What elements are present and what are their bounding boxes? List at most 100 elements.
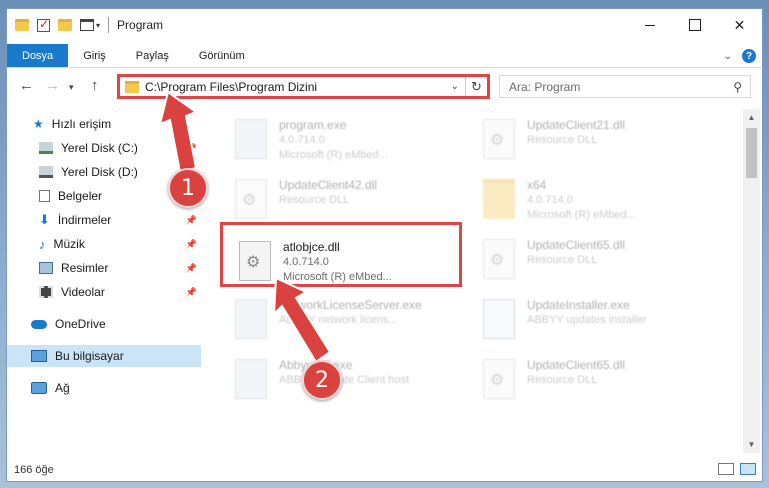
sidebar-item-indirmeler[interactable]: ⬇ İndirmeler 📌 (7, 209, 201, 231)
file-name: program.exe (279, 118, 347, 132)
ribbon-tabs: Dosya Giriş Paylaş Görünüm ⌄ ? (7, 44, 762, 68)
file-tile[interactable]: UpdateClient65.dll Resource DLL (475, 353, 715, 409)
sidebar-item-label: Yerel Disk (D:) (61, 165, 138, 179)
up-arrow-icon[interactable]: ↑ (91, 77, 99, 94)
drive-icon (39, 142, 53, 154)
picture-icon (39, 262, 53, 274)
file-name: UpdateInstaller.exe (527, 298, 630, 312)
sidebar-item-disk-c[interactable]: Yerel Disk (C:) 📌 (7, 137, 201, 159)
pin-icon[interactable]: 📌 (186, 287, 197, 298)
window-title: Program (117, 18, 164, 32)
file-tile[interactable]: NetworkLicenseServer.exe ABBYY network l… (227, 293, 467, 349)
file-name: x64 (527, 178, 547, 192)
scroll-down-icon[interactable]: ▼ (743, 436, 760, 453)
pin-icon[interactable]: 📌 (186, 143, 197, 154)
address-bar[interactable]: C:\Program Files\Program Dizini ⌄ ↻ (117, 74, 490, 99)
file-description: ABBYY updates installer (527, 314, 647, 326)
tiles-view-icon[interactable] (740, 463, 756, 475)
close-button[interactable]: ✕ (717, 9, 762, 41)
status-bar: 166 öğe (7, 459, 762, 481)
divider (108, 17, 110, 33)
folder-icon (483, 179, 515, 219)
ribbon-right: ⌄ ? (724, 44, 756, 68)
file-highlight-box (220, 222, 462, 287)
navigation-pane: ★ Hızlı erişim Yerel Disk (C:) 📌 Yerel D… (7, 109, 203, 449)
sidebar-item-label: Müzik (53, 237, 85, 251)
sidebar-item-muzik[interactable]: ♪ Müzik 📌 (7, 233, 201, 255)
sidebar-item-label: Yerel Disk (C:) (61, 141, 138, 155)
sidebar-item-label: İndirmeler (57, 213, 112, 227)
file-tile[interactable]: x64 4.0.714.0 Microsoft (R) eMbed... (475, 173, 715, 229)
sidebar-item-network[interactable]: Ağ (7, 377, 201, 399)
expand-ribbon-icon[interactable]: ⌄ (724, 51, 732, 62)
details-view-icon[interactable] (718, 463, 734, 475)
minimize-button[interactable] (627, 9, 672, 41)
file-description: ABBYY Update Client host (279, 374, 410, 386)
scroll-thumb[interactable] (746, 128, 757, 178)
search-placeholder: Ara: Program (509, 79, 581, 94)
exe-icon (235, 299, 267, 339)
chevron-down-icon[interactable]: ▾ (96, 21, 100, 30)
file-name: UpdateClient65.dll (527, 358, 626, 372)
file-tile[interactable]: UpdateClient21.dll Resource DLL (475, 113, 715, 169)
network-icon (31, 382, 47, 394)
sidebar-item-label: Resimler (61, 261, 109, 275)
tab-paylas[interactable]: Paylaş (121, 44, 184, 67)
search-icon: ⚲ (733, 79, 742, 94)
view-icon[interactable] (80, 19, 94, 31)
file-description: ABBYY network licens... (279, 314, 398, 326)
new-folder-icon[interactable] (58, 19, 72, 31)
vertical-scrollbar[interactable]: ▲ ▼ (743, 109, 760, 453)
chevron-down-icon[interactable]: ⌄ (445, 81, 465, 92)
help-icon[interactable]: ? (742, 49, 756, 63)
scroll-up-icon[interactable]: ▲ (743, 109, 760, 126)
dll-icon (483, 239, 515, 279)
file-name: NetworkLicenseServer.exe (279, 298, 422, 312)
dll-icon (235, 179, 267, 219)
file-version: 4.0.714.0 (527, 194, 573, 206)
sidebar-item-resimler[interactable]: Resimler 📌 (7, 257, 201, 279)
star-icon: ★ (33, 117, 44, 131)
file-description: Resource DLL (279, 194, 350, 206)
address-path[interactable]: C:\Program Files\Program Dizini (145, 80, 445, 94)
document-icon (39, 190, 50, 202)
exe-icon (235, 119, 267, 159)
forward-arrow-icon[interactable]: → (45, 77, 60, 94)
tab-gorunum[interactable]: Görünüm (184, 44, 260, 67)
step-badge-1: 1 (168, 168, 208, 208)
file-tile[interactable]: UpdateClient65.dll Resource DLL (475, 233, 715, 289)
computer-icon (31, 350, 47, 362)
search-input[interactable]: Ara: Program ⚲ (499, 75, 751, 98)
sidebar-item-onedrive[interactable]: OneDrive (7, 313, 201, 335)
quick-access-toolbar: ▾ Program (7, 9, 163, 41)
file-description: Resource DLL (527, 374, 598, 386)
file-description: Resource DLL (527, 254, 598, 266)
file-description: Resource DLL (527, 134, 598, 146)
file-tile[interactable]: UpdateInstaller.exe ABBYY updates instal… (475, 293, 715, 349)
sidebar-item-videolar[interactable]: Videolar 📌 (7, 281, 201, 303)
tab-dosya[interactable]: Dosya (7, 44, 69, 67)
refresh-icon[interactable]: ↻ (465, 77, 487, 96)
drive-icon (39, 166, 53, 178)
navigation-bar: ← → ▾ ↑ C:\Program Files\Program Dizini … (7, 73, 762, 101)
file-tile[interactable]: AbbyyCU.exe ABBYY Update Client host (227, 353, 467, 409)
properties-icon[interactable] (37, 17, 50, 32)
file-description: Microsoft (R) eMbed... (527, 209, 636, 221)
recent-chevron-icon[interactable]: ▾ (69, 82, 74, 93)
pin-icon[interactable]: 📌 (186, 239, 197, 250)
sidebar-item-this-pc[interactable]: Bu bilgisayar (7, 345, 201, 367)
video-icon (39, 286, 53, 298)
maximize-button[interactable] (672, 9, 717, 41)
view-switcher (718, 463, 756, 475)
file-name: AbbyyCU.exe (279, 357, 409, 373)
back-arrow-icon[interactable]: ← (19, 77, 34, 94)
file-tile[interactable]: UpdateClient42.dll Resource DLL (227, 173, 467, 229)
dll-icon (483, 119, 515, 159)
pin-icon[interactable]: 📌 (186, 263, 197, 274)
sidebar-item-quick-access[interactable]: ★ Hızlı erişim (7, 113, 201, 135)
pin-icon[interactable]: 📌 (186, 215, 197, 226)
file-tile[interactable]: program.exe 4.0.714.0 Microsoft (R) eMbe… (227, 113, 467, 169)
sidebar-item-label: Ağ (55, 381, 70, 395)
file-name: UpdateClient42.dll (279, 178, 378, 192)
tab-giris[interactable]: Giriş (68, 44, 121, 67)
